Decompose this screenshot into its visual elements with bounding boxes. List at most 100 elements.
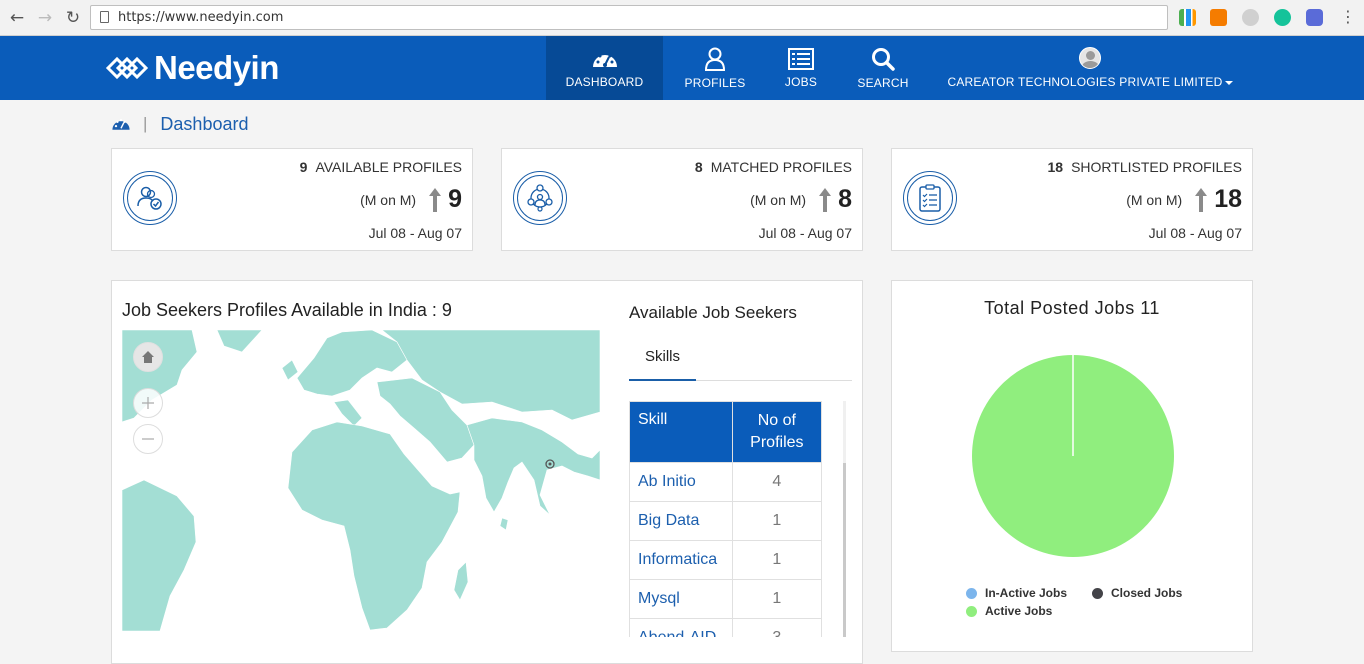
table-row: Ab Initio 4: [629, 462, 823, 502]
arrow-up-icon: [1195, 187, 1208, 212]
nav-profiles-label: PROFILES: [684, 75, 746, 90]
url-text: https://www.needyin.com: [118, 10, 284, 25]
user-icon: [704, 47, 726, 71]
stat-icon-ring: [903, 171, 957, 225]
table-scrollbar[interactable]: [843, 401, 846, 637]
skill-link[interactable]: Ab Initio: [629, 462, 733, 502]
legend-label-closed: Closed Jobs: [1111, 586, 1183, 600]
table-row: Big Data 1: [629, 501, 823, 541]
legend-dot-inactive: [966, 587, 977, 599]
stat-date-range: Jul 08 - Aug 07: [368, 225, 462, 241]
list-icon: [788, 47, 814, 70]
legend-active[interactable]: Active Jobs: [966, 604, 1052, 618]
skill-link[interactable]: Abend-AID: [629, 618, 733, 637]
nav-profiles[interactable]: PROFILES: [670, 36, 760, 100]
chart-title: Total Posted Jobs 11: [984, 298, 1160, 318]
table-row: Informatica 1: [629, 540, 823, 580]
column-header-profiles[interactable]: No of Profiles: [731, 401, 823, 463]
jobs-pie-chart[interactable]: [971, 354, 1175, 558]
stat-title: SHORTLISTED PROFILES: [1071, 159, 1242, 175]
skills-table: Skill No of Profiles Ab Initio 4 Big Dat…: [629, 401, 823, 637]
app-header: Needyin DASHBOARD PROFILES JOBS SEARCH C…: [0, 36, 1364, 100]
company-menu[interactable]: CAREATOR TECHNOLOGIES PRIVATE LIMITED: [944, 36, 1236, 100]
mom-label: (M on M): [750, 191, 807, 208]
skills-tabs: Skills: [629, 342, 852, 381]
profile-count: 1: [731, 579, 823, 619]
mom-value: 9: [448, 185, 462, 213]
nav-dashboard[interactable]: DASHBOARD: [546, 36, 663, 100]
tab-skills[interactable]: Skills: [629, 342, 696, 381]
logo[interactable]: Needyin: [106, 49, 279, 86]
nav-search[interactable]: SEARCH: [848, 36, 918, 100]
matched-profiles-card[interactable]: 8 MATCHED PROFILES (M on M) 8 Jul 08 - Au…: [501, 148, 863, 251]
nav-jobs-label: JOBS: [784, 74, 818, 89]
network-users-icon: [527, 184, 553, 212]
breadcrumb: | Dashboard: [111, 113, 248, 135]
available-job-seekers-title: Available Job Seekers: [629, 303, 797, 322]
needyin-logo-icon: [106, 56, 149, 80]
dashboard-breadcrumb-icon[interactable]: [111, 116, 131, 132]
browser-menu-icon[interactable]: ⋮: [1340, 7, 1356, 27]
skills-table-container[interactable]: Skill No of Profiles Ab Initio 4 Big Dat…: [629, 401, 825, 637]
caret-down-icon: [1224, 80, 1233, 85]
grammarly-extension-icon[interactable]: [1274, 9, 1291, 26]
legend-dot-active: [966, 605, 977, 617]
shortlisted-profiles-card[interactable]: 18 SHORTLISTED PROFILES (M on M) 18 Jul 0…: [891, 148, 1253, 251]
stat-count: 9: [299, 159, 308, 175]
world-map-shapes: [122, 330, 600, 631]
home-icon: [142, 351, 154, 363]
world-map[interactable]: [122, 330, 600, 631]
page-icon: [100, 11, 109, 23]
address-bar[interactable]: https://www.needyin.com: [90, 5, 1168, 30]
legend-label-active: Active Jobs: [985, 604, 1053, 618]
skype-extension-icon[interactable]: [1242, 9, 1259, 26]
breadcrumb-dashboard[interactable]: Dashboard: [160, 114, 248, 135]
scrollbar-thumb[interactable]: [843, 463, 846, 637]
skill-link[interactable]: Informatica: [629, 540, 733, 580]
back-arrow-icon[interactable]: ←: [7, 8, 27, 28]
posted-jobs-panel: Total Posted Jobs 11 In-Active Jobs Clos…: [891, 280, 1253, 652]
stat-title: AVAILABLE PROFILES: [315, 159, 462, 175]
forward-arrow-icon[interactable]: →: [35, 8, 55, 28]
nav-dashboard-label: DASHBOARD: [565, 74, 644, 89]
profile-count: 3: [731, 618, 823, 637]
mom-label: (M on M): [1126, 191, 1183, 208]
arrow-up-icon: [819, 187, 832, 212]
nav-jobs[interactable]: JOBS: [766, 36, 836, 100]
stat-title: MATCHED PROFILES: [710, 159, 852, 175]
legend-dot-closed: [1092, 587, 1103, 599]
legend-closed[interactable]: Closed Jobs: [1092, 586, 1182, 600]
available-profiles-card[interactable]: 9 AVAILABLE PROFILES (M on M) 9 Jul 08 - …: [111, 148, 473, 251]
zoom-out-button[interactable]: [133, 424, 163, 454]
mom-value: 18: [1214, 185, 1242, 213]
legend-inactive[interactable]: In-Active Jobs: [966, 586, 1067, 600]
profile-count: 4: [731, 462, 823, 502]
stat-count: 18: [1047, 159, 1064, 175]
mom-value: 8: [838, 185, 852, 213]
table-row: Abend-AID 3: [629, 618, 823, 637]
mom-label: (M on M): [360, 191, 417, 208]
analytics-extension-icon[interactable]: [1179, 9, 1196, 26]
map-title: Job Seekers Profiles Available in India …: [122, 300, 452, 320]
company-name: CAREATOR TECHNOLOGIES PRIVATE LIMITED: [947, 75, 1223, 89]
job-seekers-panel: Job Seekers Profiles Available in India …: [111, 280, 863, 664]
profile-count: 1: [731, 540, 823, 580]
minus-icon: [142, 438, 154, 440]
map-home-button[interactable]: [133, 342, 163, 372]
trend-extension-icon[interactable]: [1210, 9, 1227, 26]
stat-icon-ring: [513, 171, 567, 225]
legend-label-inactive: In-Active Jobs: [985, 586, 1068, 600]
zoom-in-button[interactable]: [133, 388, 163, 418]
speedometer-icon: [592, 51, 617, 67]
breadcrumb-separator: |: [143, 114, 148, 133]
profile-count: 1: [731, 501, 823, 541]
clipboard-checklist-icon: [919, 184, 941, 212]
stat-date-range: Jul 08 - Aug 07: [1148, 225, 1242, 241]
skill-link[interactable]: Big Data: [629, 501, 733, 541]
skill-link[interactable]: Mysql: [629, 579, 733, 619]
column-header-skill[interactable]: Skill: [629, 401, 733, 463]
shield-extension-icon[interactable]: [1306, 9, 1323, 26]
reload-icon[interactable]: ↻: [63, 8, 83, 28]
verified-users-icon: [137, 186, 162, 210]
avatar: [1079, 47, 1101, 69]
